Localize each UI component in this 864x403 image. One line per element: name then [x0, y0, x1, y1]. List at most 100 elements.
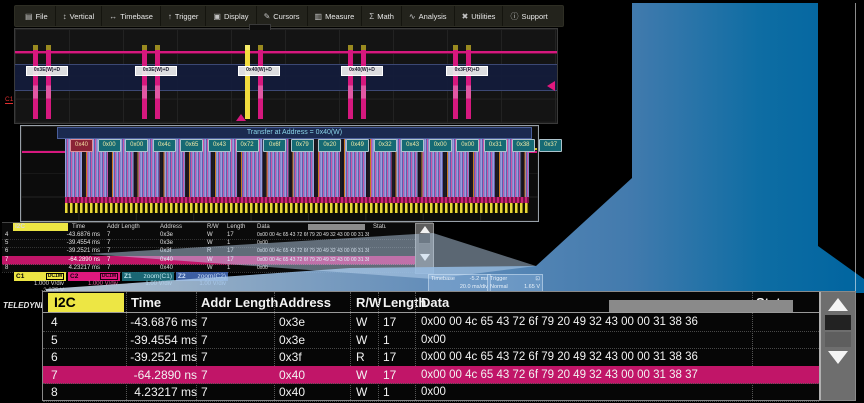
decode-label: 0x3E(W)+D: [26, 66, 68, 76]
menu-analysis[interactable]: ∿Analysis: [401, 6, 454, 26]
menu-timebase[interactable]: ↔Timebase: [101, 6, 160, 26]
burst-group-trigger: 0x40(W)+D: [245, 45, 271, 119]
menu-utilities[interactable]: ✖Utilities: [454, 6, 503, 26]
analysis-icon: ∿: [409, 12, 416, 21]
coupling-badge: DC1M: [46, 273, 64, 280]
bus-tab[interactable]: I2C: [13, 223, 68, 231]
menu-support[interactable]: ⓘSupport: [502, 6, 554, 26]
measure-icon: ▥: [315, 12, 323, 21]
menu-bar: ▤File ↕Vertical ↔Timebase ↑Trigger ▣Disp…: [14, 5, 564, 27]
scrollbar[interactable]: [415, 223, 434, 274]
bus-tab[interactable]: I2C: [48, 293, 124, 312]
byte-label: 0x00: [456, 139, 479, 152]
menu-vertical[interactable]: ↕Vertical: [55, 6, 102, 26]
burst-group: 0x3E(W)+D: [142, 45, 168, 119]
scroll-thumb[interactable]: [825, 315, 851, 330]
trigger-source-icon: ⊡: [535, 275, 540, 283]
scroll-up-icon[interactable]: [420, 226, 430, 233]
byte-label: 0x65: [180, 139, 203, 152]
coupling-badge: DC1M: [100, 273, 118, 280]
table-row-selected[interactable]: 7-64.2890 ns70x40W170x00 00 4c 65 43 72 …: [43, 366, 819, 385]
decode-label: 0x40(W)+D: [341, 66, 383, 76]
trigger-time-marker[interactable]: [236, 114, 246, 121]
zoom-scl-band: [65, 203, 529, 213]
col-address: Address: [279, 294, 331, 312]
col-addr-length: Addr Length: [107, 223, 140, 231]
file-icon: ▤: [25, 12, 33, 21]
table-row[interactable]: 4-43.6876 ms70x3eW170x00 00 4c 65 43 72 …: [43, 313, 819, 332]
table-row[interactable]: 6-39.2521 ms70x3fR170x00 00 4c 65 43 72 …: [43, 348, 819, 367]
byte-label: 0x32: [374, 139, 397, 152]
col-data: Data: [421, 294, 449, 312]
byte-label: 0x00: [429, 139, 452, 152]
menu-label: Cursors: [273, 12, 299, 21]
col-length: Length: [227, 223, 245, 231]
byte-label: 0x72: [236, 139, 259, 152]
scroll-up-icon[interactable]: [828, 298, 848, 311]
byte-label: 0x43: [208, 139, 231, 152]
menu-file[interactable]: ▤File: [18, 6, 55, 26]
trigger-label: Trigger: [490, 275, 507, 283]
menu-label: Analysis: [419, 12, 447, 21]
byte-label: 0x20: [318, 139, 341, 152]
decode-table-large: I2C Time Addr Length Address R/W Length …: [42, 291, 856, 401]
decode-label: 0x40(W)+D: [238, 66, 280, 76]
address-byte-label: 0x40: [70, 139, 93, 152]
display-icon: ▣: [213, 12, 221, 21]
channel-scale: 1.000 V/div: [68, 281, 120, 288]
c1-lead-trace: [22, 151, 65, 153]
menu-cursors[interactable]: ✎Cursors: [256, 6, 307, 26]
burst-group: 0x3E(W)+D: [33, 45, 59, 119]
waveform-grid: 0x3E(W)+D 0x3E(W)+D 0x40(W)+D 0x40(W)+D …: [14, 28, 558, 124]
cursors-icon: ✎: [264, 12, 271, 21]
channel-name: Z2: [178, 273, 186, 280]
menu-label: Display: [224, 12, 249, 21]
scroll-down-icon[interactable]: [828, 351, 848, 364]
col-length: Length: [383, 294, 426, 312]
col-data: Data: [257, 223, 270, 231]
timebase-icon: ↔: [109, 12, 117, 21]
zoom-panel: Transfer at Address = 0x40(W) 0x40 0x00 …: [20, 125, 539, 222]
col-addr-length: Addr Length: [201, 294, 278, 312]
col-time: Time: [72, 223, 85, 231]
zoom-source: zoom(C2): [197, 273, 226, 280]
channel-scale: 1.00 V/div: [176, 281, 228, 288]
scroll-track[interactable]: [419, 244, 430, 253]
byte-label-row: 0x40 0x00 0x00 0x4c 0x65 0x43 0x72 0x6f …: [70, 139, 562, 152]
menu-display[interactable]: ▣Display: [205, 6, 255, 26]
col-address: Address: [160, 223, 182, 231]
zoom-source: zoom(C1): [143, 273, 172, 280]
scroll-track[interactable]: [825, 332, 851, 347]
header-blank-box: [308, 224, 365, 230]
c1-channel-marker[interactable]: C1: [5, 96, 13, 104]
channel-scale: 1.00 V/div: [122, 281, 174, 288]
zoom-transfer-title: Transfer at Address = 0x40(W): [57, 127, 532, 139]
menu-math[interactable]: ΣMath: [361, 6, 401, 26]
timebase-label: Timebase: [431, 275, 455, 283]
menu-trigger[interactable]: ↑Trigger: [160, 6, 205, 26]
byte-label: 0x43: [401, 139, 424, 152]
trigger-level-marker[interactable]: [547, 81, 555, 91]
burst-group: 0x3F(R)+D: [453, 45, 479, 119]
menu-label: Vertical: [70, 12, 95, 21]
byte-label: 0x79: [291, 139, 314, 152]
beam-edge-line: [855, 3, 856, 291]
scroll-thumb[interactable]: [419, 234, 430, 243]
menu-label: Math: [377, 12, 394, 21]
trigger-mode: Normal: [490, 283, 508, 291]
byte-label: 0x4c: [153, 139, 176, 152]
menu-measure[interactable]: ▥Measure: [307, 6, 362, 26]
channel-name: C2: [70, 273, 78, 280]
menu-label: Utilities: [471, 12, 495, 21]
trigger-icon: ↑: [168, 12, 172, 21]
trigger-position-tab[interactable]: [249, 24, 271, 30]
oscilloscope-screen: ▤File ↕Vertical ↔Timebase ↑Trigger ▣Disp…: [0, 0, 864, 403]
decode-table-small: I2C Time Addr Length Address R/W Length …: [2, 222, 433, 272]
byte-label: 0x49: [346, 139, 369, 152]
support-icon: ⓘ: [510, 11, 518, 22]
table-row[interactable]: 5-39.4554 ms70x3eW10x00: [43, 331, 819, 350]
scroll-down-icon[interactable]: [420, 254, 430, 261]
table-row[interactable]: 84.23217 ms70x40W10x00: [43, 383, 819, 402]
math-icon: Σ: [369, 12, 374, 21]
scrollbar[interactable]: [819, 292, 855, 400]
